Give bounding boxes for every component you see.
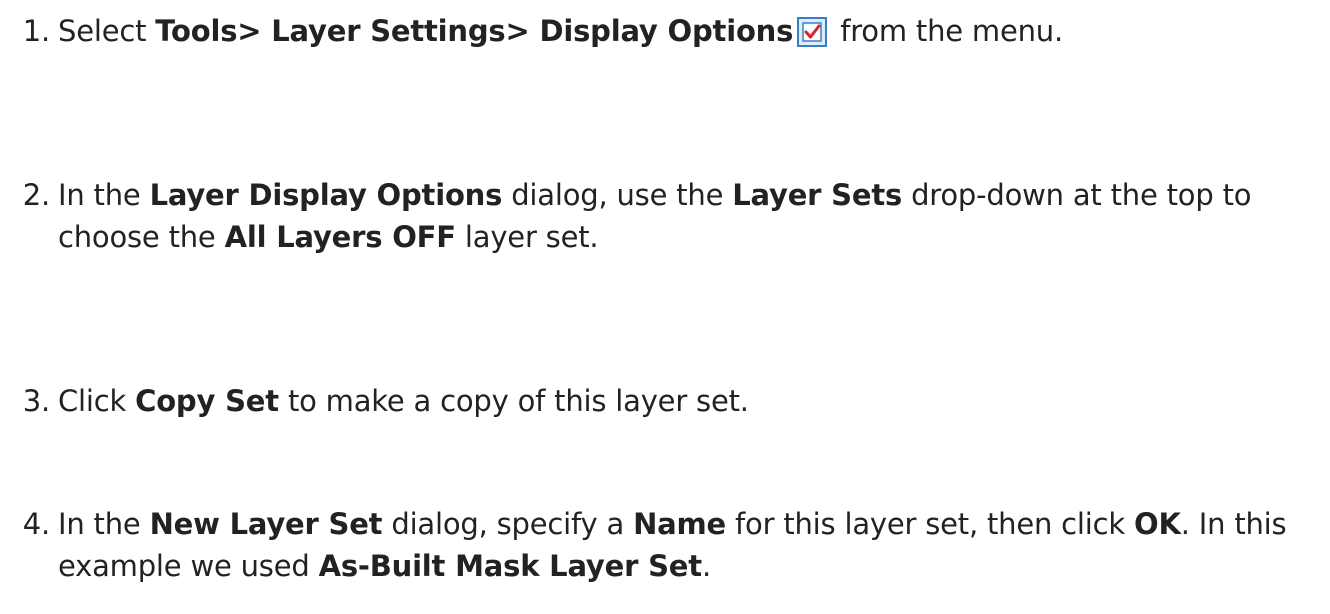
text-run: choose the xyxy=(58,220,225,254)
text-run: for this layer set, then click xyxy=(726,507,1134,541)
bold-term: Layer Sets xyxy=(732,178,903,212)
step-number: 4. xyxy=(22,507,50,541)
instruction-page: 1. Select Tools> Layer Settings> Display… xyxy=(0,0,1330,614)
step-text: In the New Layer Set dialog, specify a N… xyxy=(58,503,1308,587)
bold-term: Layer Display Options xyxy=(149,178,503,212)
bold-term: New Layer Set xyxy=(149,507,383,541)
bold-term: Name xyxy=(633,507,727,541)
text-run: . In this xyxy=(1180,507,1287,541)
display-options-icon xyxy=(797,17,828,47)
bold-term: Copy Set xyxy=(135,384,279,418)
text-run: Select xyxy=(58,14,156,48)
text-run: to make a copy of this layer set. xyxy=(278,384,749,418)
step-text: Select Tools> Layer Settings> Display Op… xyxy=(58,10,1308,52)
text-run: Click xyxy=(58,384,136,418)
text-run: dialog, use the xyxy=(502,178,733,212)
text-run: from the menu. xyxy=(831,14,1063,48)
step-number: 2. xyxy=(22,178,50,212)
text-run: In the xyxy=(58,507,150,541)
bold-term: As-Built Mask Layer Set xyxy=(318,549,703,583)
text-run: dialog, specify a xyxy=(382,507,634,541)
bold-term: Tools> Layer Settings> Display Options xyxy=(155,14,794,48)
text-run: In the xyxy=(58,178,150,212)
text-run: layer set. xyxy=(455,220,599,254)
bold-term: All Layers OFF xyxy=(224,220,456,254)
step-number: 1. xyxy=(22,14,50,48)
text-run: example we used xyxy=(58,549,319,583)
bold-term: OK xyxy=(1134,507,1181,541)
text-run: . xyxy=(701,549,711,583)
step-number: 3. xyxy=(22,384,50,418)
step-text: Click Copy Set to make a copy of this la… xyxy=(58,380,1308,422)
text-run: drop-down at the top to xyxy=(902,178,1252,212)
step-text: In the Layer Display Options dialog, use… xyxy=(58,174,1308,258)
